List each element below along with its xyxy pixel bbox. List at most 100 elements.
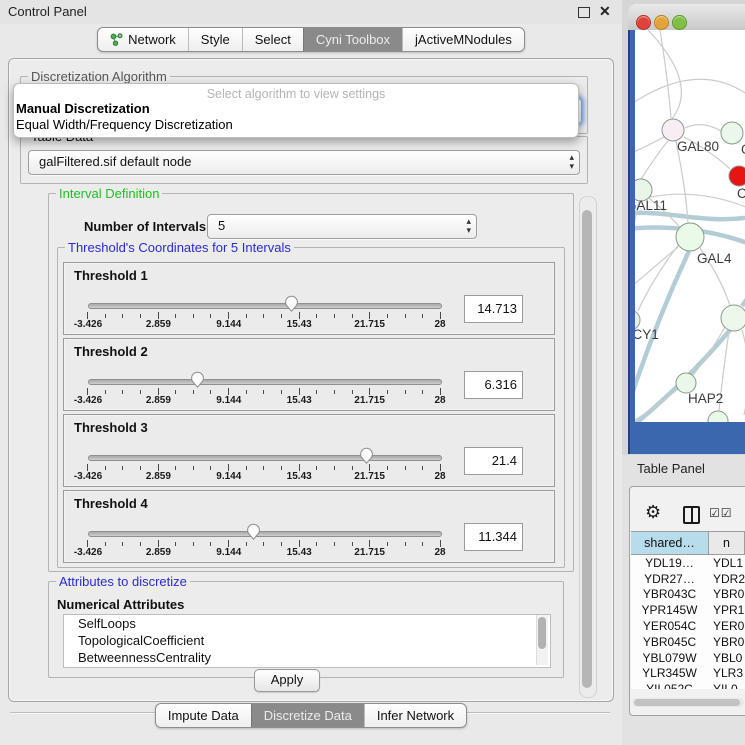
table-cell[interactable]: YPR145W (631, 603, 708, 617)
network-node-label: HAP2 (688, 391, 723, 406)
float-window-icon[interactable] (578, 7, 590, 18)
split-columns-icon[interactable] (683, 506, 700, 524)
table-row[interactable]: YLR345WYLR3 (631, 666, 745, 682)
tab-select[interactable]: Select (242, 28, 303, 51)
tab-style[interactable]: Style (188, 28, 242, 51)
slider-thumb-icon[interactable] (284, 295, 299, 312)
network-node[interactable] (708, 411, 728, 422)
table-cell[interactable]: YDL19… (631, 556, 708, 570)
apply-button[interactable]: Apply (254, 669, 320, 692)
table-row[interactable]: YDL19…YDL1 (631, 555, 745, 571)
slider-thumb-icon[interactable] (190, 371, 205, 388)
tab-impute-data[interactable]: Impute Data (156, 704, 251, 727)
table-row[interactable]: YBL079WYBL0 (631, 650, 745, 666)
table-cell[interactable]: YBR0 (708, 635, 744, 649)
attribute-list-item[interactable]: BetweennessCentrality (64, 649, 550, 666)
gear-icon[interactable]: ⚙ (645, 502, 661, 523)
table-cell[interactable]: YDR2 (708, 572, 745, 586)
tick-label: 28 (434, 395, 445, 406)
threshold-value-field[interactable]: 11.344 (464, 523, 523, 551)
tick-label: 21.715 (354, 395, 385, 406)
network-edge[interactable] (635, 213, 745, 220)
table-row[interactable]: YPR145WYPR1 (631, 602, 745, 618)
panel-scrollbar-thumb[interactable] (582, 210, 592, 688)
tick-label: 9.144 (216, 471, 241, 482)
table-row[interactable]: YBR043CYBR0 (631, 587, 745, 603)
network-edge[interactable] (635, 79, 745, 112)
close-traffic-light-icon[interactable] (636, 15, 651, 30)
table-cell[interactable]: YBL079W (631, 651, 708, 665)
tick-label: -3.426 (74, 471, 102, 482)
close-icon[interactable]: ✕ (599, 3, 611, 20)
table-row[interactable]: YDR27…YDR2 (631, 571, 745, 587)
zoom-traffic-light-icon[interactable] (672, 15, 687, 30)
algorithm-option-equal-width[interactable]: Equal Width/Frequency Discretization (14, 117, 578, 133)
tab-infer-network[interactable]: Infer Network (364, 704, 466, 727)
table-row[interactable]: YBR045CYBR0 (631, 634, 745, 650)
attribute-list-item[interactable]: SelfLoops (64, 615, 550, 632)
table-cell[interactable]: YDL1 (708, 556, 743, 570)
table-cell[interactable]: YLR345W (631, 666, 708, 680)
threshold-slider[interactable] (88, 455, 442, 461)
attributes-scrollbar-thumb[interactable] (538, 617, 546, 649)
network-edge[interactable] (635, 137, 664, 160)
network-edge[interactable] (638, 244, 679, 311)
discretization-algorithm-label: Discretization Algorithm (28, 69, 170, 84)
network-graph[interactable]: GAL80GAGAL11GAL4GCY1HAHAP2C (635, 30, 745, 422)
table-cell[interactable]: YLR3 (708, 666, 743, 680)
table-cell[interactable]: YBR045C (631, 635, 708, 649)
table-cell[interactable]: YBR0 (708, 587, 744, 601)
tab-jactivemnodules[interactable]: jActiveMNodules (402, 28, 524, 51)
table-horizontal-scrollbar-thumb[interactable] (634, 699, 740, 706)
algorithm-dropdown-popup: Select algorithm to view settings Manual… (13, 83, 579, 138)
column-header-shared-name[interactable]: shared… (631, 531, 709, 555)
tick-label: -3.426 (74, 319, 102, 330)
tab-cyni-toolbox[interactable]: Cyni Toolbox (303, 28, 402, 51)
network-node[interactable] (676, 373, 696, 393)
threshold-panel: Threshold 4 -3.4262.8599.14415.4321.7152… (63, 490, 555, 563)
tick-label: -3.426 (74, 547, 102, 558)
table-row[interactable]: YIL052CYIL0 (631, 681, 745, 689)
network-node[interactable] (729, 166, 745, 186)
network-edge[interactable] (660, 30, 671, 118)
table-cell[interactable]: YBL0 (708, 651, 742, 665)
threshold-panel: Threshold 1 -3.4262.8599.14415.4321.7152… (63, 262, 555, 335)
threshold-value-field[interactable]: 14.713 (464, 295, 523, 323)
table-cell[interactable]: YIL052C (631, 682, 708, 689)
table-cell[interactable]: YER0 (708, 619, 744, 633)
threshold-panel: Threshold 3 -3.4262.8599.14415.4321.7152… (63, 414, 555, 487)
table-cell[interactable]: YER054C (631, 619, 708, 633)
checkbox-icons[interactable]: ☑☑ (709, 506, 733, 520)
slider-thumb-icon[interactable] (246, 523, 261, 540)
table-cell[interactable]: YIL0 (708, 682, 738, 689)
table-cell[interactable]: YPR1 (708, 603, 744, 617)
network-window-titlebar[interactable] (628, 4, 745, 31)
network-edge[interactable] (648, 30, 681, 120)
number-of-intervals-combobox[interactable]: 5 ▴▾ (207, 214, 477, 239)
network-node[interactable] (662, 119, 684, 141)
threshold-value-field[interactable]: 6.316 (464, 371, 523, 399)
network-node[interactable] (721, 305, 745, 331)
tab-network[interactable]: Network (98, 28, 188, 51)
threshold-slider[interactable] (88, 379, 442, 385)
network-node[interactable] (721, 122, 743, 144)
minimize-traffic-light-icon[interactable] (654, 15, 669, 30)
column-header-name[interactable]: n (709, 531, 745, 555)
threshold-slider[interactable] (88, 303, 442, 309)
tab-discretize-data[interactable]: Discretize Data (251, 704, 364, 727)
network-node[interactable] (676, 223, 704, 251)
threshold-slider[interactable] (88, 531, 442, 537)
table-cell[interactable]: YBR043C (631, 587, 708, 601)
threshold-title: Threshold 4 (74, 496, 148, 511)
attribute-list-item[interactable]: TopologicalCoefficient (64, 632, 550, 649)
algorithm-placeholder-option[interactable]: Select algorithm to view settings (14, 84, 578, 101)
table-data-combobox[interactable]: galFiltered.sif default node ▴▾ (28, 150, 580, 175)
slider-thumb-icon[interactable] (359, 447, 374, 464)
algorithm-option-manual[interactable]: Manual Discretization (14, 101, 578, 117)
numerical-attributes-list[interactable]: SelfLoopsTopologicalCoefficientBetweenne… (63, 614, 551, 668)
table-row[interactable]: YER054CYER0 (631, 618, 745, 634)
control-panel-title: Control Panel (8, 4, 87, 19)
threshold-value-field[interactable]: 21.4 (464, 447, 523, 475)
network-edge[interactable] (685, 125, 721, 131)
table-cell[interactable]: YDR27… (631, 572, 708, 586)
